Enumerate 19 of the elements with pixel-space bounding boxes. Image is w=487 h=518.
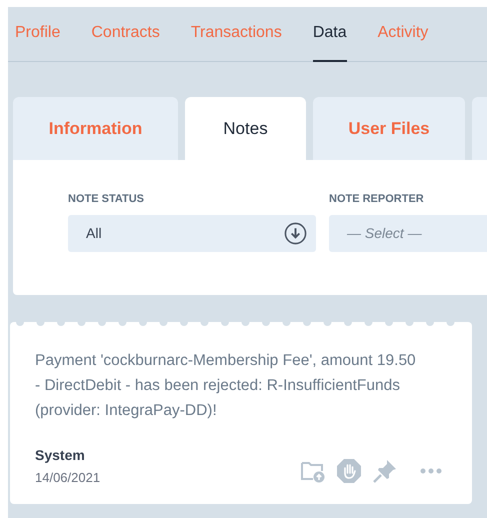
section-tab[interactable]: Information	[13, 97, 178, 160]
note-text: Payment 'cockburnarc-Membership Fee', amount 19.50 - DirectDebit - has been rejected: R-InsufficientFunds (provider: IntegraPay-DD)!	[35, 351, 417, 421]
note-date: 14/06/2021	[35, 469, 100, 487]
nav-tab[interactable]: Activity	[378, 7, 428, 62]
section-tab[interactable]: Notes	[185, 97, 306, 160]
note-author: System	[35, 446, 86, 465]
more-icon[interactable]	[420, 468, 442, 474]
partial-tab[interactable]	[472, 97, 487, 160]
stop-hand-icon[interactable]	[336, 458, 362, 484]
pin-icon[interactable]	[372, 458, 398, 484]
nav-tab[interactable]: Contracts	[91, 7, 160, 62]
dropdown[interactable]: — Select —	[329, 214, 487, 252]
filter-label: NOTE REPORTER	[329, 192, 425, 207]
filter-label: NOTE STATUS	[68, 192, 145, 207]
dropdown[interactable]: All	[68, 214, 316, 252]
section-tab[interactable]: User Files	[313, 97, 465, 160]
nav-tab[interactable]: Transactions	[190, 7, 282, 62]
nav-tab[interactable]: Data	[312, 7, 347, 62]
nav-tab[interactable]: Profile	[15, 7, 60, 62]
